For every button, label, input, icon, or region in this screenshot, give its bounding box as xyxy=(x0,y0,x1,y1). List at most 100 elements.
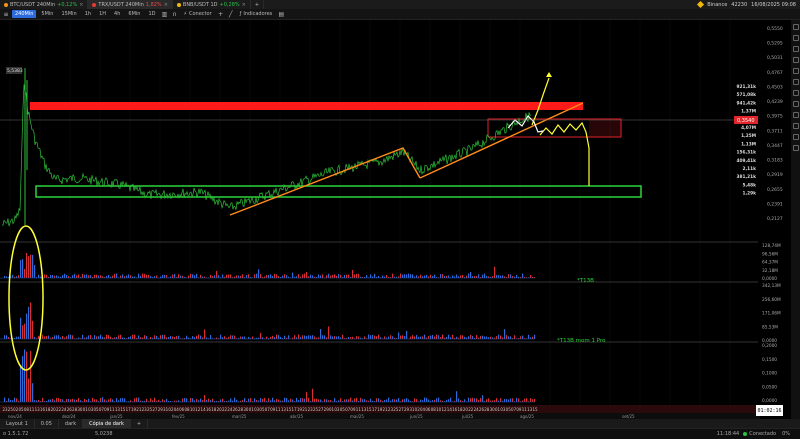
fib-tool-icon[interactable] xyxy=(792,46,799,52)
tab-trxusdt[interactable]: TRX/USDT 240Min 1,82% × xyxy=(88,0,173,9)
eye-tool-icon[interactable] xyxy=(792,123,799,129)
trend-channel-1[interactable] xyxy=(229,147,421,216)
indicators-button[interactable]: ƒ Indicadores xyxy=(237,11,276,17)
menu-icon[interactable]: ≡ xyxy=(2,10,10,18)
timeframe-1h[interactable]: 1h xyxy=(82,10,94,18)
shape-tool-icon[interactable] xyxy=(792,57,799,63)
volume-bar xyxy=(340,398,342,402)
volume-bar xyxy=(336,336,338,339)
volume-bar xyxy=(248,274,250,278)
volume-bar xyxy=(294,335,296,339)
volume-bar xyxy=(402,274,404,278)
trend-line-2[interactable] xyxy=(419,102,584,179)
volume-bar xyxy=(334,274,336,278)
volume-bar xyxy=(282,275,284,278)
add-layout-button[interactable]: + xyxy=(131,419,149,428)
timeframe-15min[interactable]: 15Min xyxy=(58,10,79,18)
stack-label: 571,08k xyxy=(737,92,757,98)
tab-bnbusdt[interactable]: BNB/USDT 1D +0,28% × xyxy=(173,0,251,9)
volume-bar xyxy=(470,334,472,339)
timeframe-1h-alt[interactable]: 1H xyxy=(96,10,109,18)
volume-bar xyxy=(46,274,48,278)
volume-tick-label: 32,18M xyxy=(762,268,778,274)
volume-bar xyxy=(398,398,400,402)
resistance-zone[interactable] xyxy=(30,102,583,110)
volume-bar xyxy=(230,398,232,402)
forecast-up-path[interactable] xyxy=(531,77,550,126)
volume-bar xyxy=(24,323,26,339)
volume-bar xyxy=(14,397,16,402)
price-tick-label: 0,4503 xyxy=(767,84,783,90)
volume-bar xyxy=(22,259,24,278)
volume-bar xyxy=(162,334,164,339)
close-icon[interactable]: × xyxy=(242,2,246,8)
volume-bar xyxy=(272,397,274,402)
line-tool-icon[interactable]: ╱ xyxy=(227,10,235,18)
connection-label: Conectado xyxy=(749,431,777,437)
crosshair-icon[interactable]: + xyxy=(217,10,225,18)
price-tick-label: 0,3711 xyxy=(767,128,783,134)
volume-tick-label: 342,13M xyxy=(762,283,781,289)
close-icon[interactable]: × xyxy=(164,2,168,8)
volume-bar xyxy=(460,335,462,339)
volume-bar xyxy=(424,275,426,278)
template-icon[interactable]: ▤ xyxy=(277,10,285,18)
volume-bar xyxy=(274,336,276,339)
volume-bar xyxy=(498,334,500,339)
volume-bar xyxy=(278,399,280,402)
tab-btcusdt[interactable]: BTC/USDT 240Min +0,12% × xyxy=(0,0,89,9)
volume-bar xyxy=(54,275,56,278)
lock-tool-icon[interactable] xyxy=(792,112,799,118)
cursor-tool-icon[interactable] xyxy=(792,24,799,30)
volume-bar xyxy=(458,398,460,402)
volume-bar xyxy=(234,335,236,339)
forecast-zigzag-path[interactable] xyxy=(539,121,590,186)
function-icon: ƒ xyxy=(239,11,242,17)
timeframe-6min[interactable]: 6Min xyxy=(125,10,143,18)
settings-tool-icon[interactable] xyxy=(792,145,799,151)
volume-bar xyxy=(166,398,168,402)
price-chart[interactable]: 0,5550 0,5295 0,5031 0,4767 0,4503 0,4239 0,39… xyxy=(0,20,790,405)
layout-tab-4[interactable]: Cópia de dark xyxy=(83,419,131,428)
magnet-icon[interactable]: ∩ xyxy=(170,10,178,18)
close-icon[interactable]: × xyxy=(79,2,83,8)
add-tab-button[interactable]: + xyxy=(251,0,265,9)
volume-bar xyxy=(430,274,432,278)
volume-bar xyxy=(106,334,108,339)
volume-bar xyxy=(266,274,268,278)
volume-bar xyxy=(368,334,370,339)
volume-bar xyxy=(196,273,198,278)
volume-bar xyxy=(88,398,90,402)
text-tool-icon[interactable] xyxy=(792,68,799,74)
volume-bar xyxy=(362,399,364,402)
volume-bar xyxy=(400,273,402,278)
trash-tool-icon[interactable] xyxy=(792,134,799,140)
volume-bar xyxy=(228,274,230,278)
zoom-tool-icon[interactable] xyxy=(792,90,799,96)
connection-status[interactable]: Conectado xyxy=(743,431,776,437)
trend-tool-icon[interactable] xyxy=(792,35,799,41)
eraser-tool-icon[interactable] xyxy=(792,101,799,107)
volume-bar xyxy=(332,275,334,278)
timeframe-5min[interactable]: 5Min xyxy=(38,10,56,18)
measure-tool-icon[interactable] xyxy=(792,79,799,85)
timeframe-240min[interactable]: 240Min xyxy=(12,10,37,18)
layout-tab-1[interactable]: Layout 1 xyxy=(0,419,35,428)
connector-button[interactable]: ⚡ Conector xyxy=(180,11,214,17)
volume-bar xyxy=(334,336,336,339)
volume-bar xyxy=(468,397,470,402)
layout-tab-2[interactable]: 0.05 xyxy=(35,419,59,428)
volume-bar xyxy=(248,398,250,402)
chart-type-icon[interactable]: ▥ xyxy=(160,10,168,18)
timeframe-4h[interactable]: 4h xyxy=(111,10,123,18)
highlight-ellipse[interactable] xyxy=(8,225,44,371)
volume-bar xyxy=(16,336,18,339)
volume-bar xyxy=(196,335,198,339)
volume-bar xyxy=(434,399,436,402)
timeframe-1d[interactable]: 1D xyxy=(145,10,158,18)
volume-bar xyxy=(376,336,378,339)
layout-tab-3[interactable]: dark xyxy=(59,419,84,428)
volume-bar xyxy=(114,273,116,278)
volume-bar xyxy=(530,274,532,278)
volume-bar xyxy=(254,274,256,278)
